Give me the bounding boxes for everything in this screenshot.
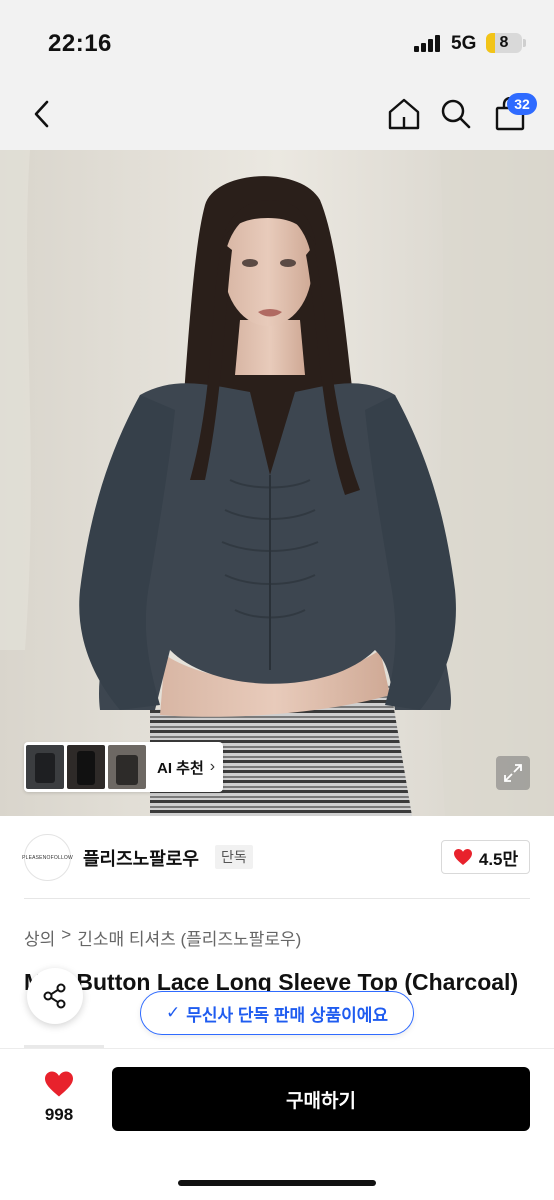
- share-icon: [43, 983, 66, 1009]
- expand-icon: [504, 764, 522, 782]
- heart-icon: [453, 849, 472, 865]
- ai-thumb-3[interactable]: [108, 745, 146, 789]
- breadcrumb-subcategory[interactable]: 긴소매 티셔츠 (플리즈노팔로우): [77, 925, 301, 950]
- ai-recommend-label: AI 추천: [157, 759, 204, 777]
- ai-thumb-1[interactable]: [26, 745, 64, 789]
- exclusive-sale-label: 무신사 단독 판매 상품이에요: [186, 1005, 389, 1025]
- breadcrumb-separator: >: [61, 925, 72, 944]
- brand-name[interactable]: 플리즈노팔로우: [83, 845, 199, 871]
- signal-icon: [414, 34, 444, 52]
- ai-thumb-2[interactable]: [67, 745, 105, 789]
- brand-logo-text: PLEASENOFOLLOW: [22, 854, 73, 861]
- ai-recommend-card[interactable]: AI 추천 ›: [24, 742, 223, 792]
- back-button[interactable]: [22, 94, 62, 134]
- brand-logo[interactable]: PLEASENOFOLLOW: [22, 834, 73, 881]
- share-button[interactable]: [27, 968, 83, 1024]
- wishlist-count: 998: [44, 1105, 74, 1124]
- nav-bar: [0, 80, 554, 150]
- search-button[interactable]: [436, 94, 476, 134]
- network-type: 5G: [451, 33, 477, 54]
- product-image[interactable]: AI 추천 ›: [0, 150, 554, 816]
- battery-level: 8: [499, 34, 509, 51]
- expand-button[interactable]: [496, 756, 530, 790]
- cart-count-badge: 32: [507, 93, 537, 115]
- check-icon: ✓: [165, 1003, 181, 1022]
- exclusive-sale-pill[interactable]: ✓ 무신사 단독 판매 상품이에요: [140, 991, 414, 1035]
- battery-tip: [523, 39, 526, 47]
- divider: [24, 898, 530, 899]
- chevron-left-icon: [34, 100, 49, 128]
- breadcrumb: 상의 > 긴소매 티셔츠 (플리즈노팔로우): [24, 925, 301, 950]
- home-indicator: [178, 1180, 376, 1186]
- home-button[interactable]: [384, 94, 424, 134]
- heart-icon: [45, 1071, 73, 1097]
- status-time: 22:16: [48, 30, 112, 57]
- brand-like-count: 4.5만: [478, 849, 519, 869]
- status-bar: 22:16 5G 8: [0, 0, 554, 80]
- model-photo: [0, 150, 554, 816]
- buy-button[interactable]: 구매하기: [112, 1067, 530, 1131]
- home-icon: [388, 98, 420, 130]
- brand-like-button[interactable]: 4.5만: [441, 840, 530, 874]
- chevron-right-icon: ›: [209, 758, 216, 775]
- exclusive-tag: 단독: [215, 845, 253, 869]
- wishlist-button[interactable]: 998: [30, 1070, 88, 1125]
- search-icon: [441, 99, 471, 129]
- battery-icon: 8: [486, 33, 522, 53]
- breadcrumb-category[interactable]: 상의: [24, 925, 55, 950]
